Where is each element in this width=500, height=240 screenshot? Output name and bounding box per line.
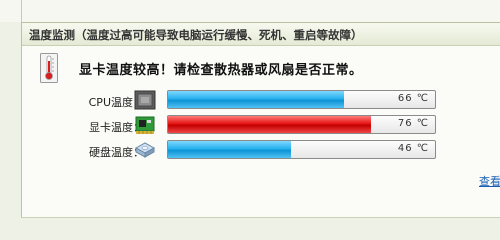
metric-row-cpu: CPU温度： 66 ℃: [22, 89, 500, 111]
hard-disk-icon: [134, 142, 156, 158]
temperature-bar: 76 ℃: [167, 115, 436, 134]
temperature-value: 76 ℃: [397, 118, 429, 129]
panel-header: 温度监测（温度过高可能导致电脑运行缓慢、死机、重启等故障）: [22, 23, 500, 46]
temperature-value: 46 ℃: [397, 143, 429, 154]
top-strip: [0, 0, 500, 22]
alert-message: 显卡温度较高！请检查散热器或风扇是否正常。: [79, 63, 363, 78]
divider: [21, 217, 500, 218]
temperature-bar-fill: [168, 91, 345, 108]
divider: [21, 0, 22, 22]
temperature-bar: 66 ℃: [167, 90, 436, 109]
view-link[interactable]: 查看: [479, 173, 500, 189]
graphics-card-icon: [135, 116, 155, 134]
thermometer-icon: [40, 53, 58, 83]
metric-row-gpu: 显卡温度： 76 ℃: [22, 114, 500, 136]
temperature-monitor-panel: 温度监测（温度过高可能导致电脑运行缓慢、死机、重启等故障） 显卡温度较高！请检查…: [21, 22, 500, 218]
temperature-bar-fill: [168, 141, 291, 158]
cpu-chip-icon: [134, 90, 156, 110]
temperature-value: 66 ℃: [397, 93, 429, 104]
temperature-bar: 46 ℃: [167, 140, 436, 159]
metric-row-hdd: 硬盘温度： 46 ℃: [22, 139, 500, 161]
panel-title: 温度监测（温度过高可能导致电脑运行缓慢、死机、重启等故障）: [29, 28, 363, 42]
temperature-bar-fill: [168, 116, 371, 133]
